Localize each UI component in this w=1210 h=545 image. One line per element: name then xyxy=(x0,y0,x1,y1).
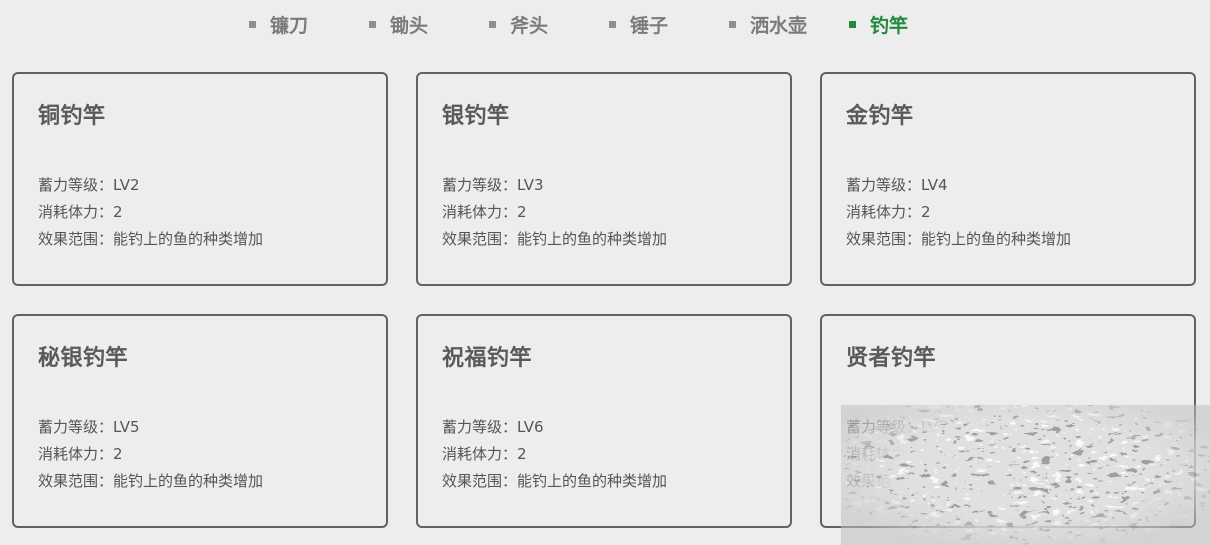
square-bullet-icon xyxy=(849,20,856,28)
card-title: 银钓竿 xyxy=(442,104,510,129)
tab-hammer[interactable]: 锤子 xyxy=(609,12,669,37)
square-bullet-icon xyxy=(489,20,496,28)
tab-fishing-rod[interactable]: 钓竿 xyxy=(849,12,909,37)
charge-level-text: 蓄力等级：LV6 xyxy=(442,418,544,436)
tab-label: 锄头 xyxy=(390,14,429,37)
card-stats: 蓄力等级：LV4 消耗体力：2 效果范围：能钓上的鱼的种类增加 xyxy=(846,172,1071,253)
tab-watering-can[interactable]: 洒水壶 xyxy=(729,12,808,37)
effect-range-text: 效果范围：能钓上的鱼的种类增加 xyxy=(442,230,668,248)
charge-level-text: 蓄力等级：LV4 xyxy=(846,176,948,194)
square-bullet-icon xyxy=(609,20,616,28)
charge-level-text: 蓄力等级：LV2 xyxy=(38,176,140,194)
card-title: 金钓竿 xyxy=(846,104,914,129)
tab-label: 镰刀 xyxy=(270,14,309,37)
card-title: 祝福钓竿 xyxy=(442,346,533,371)
card-stats: 蓄力等级：LV7 消耗体力： 效果范 xyxy=(846,414,948,495)
tool-card: 金钓竿 蓄力等级：LV4 消耗体力：2 效果范围：能钓上的鱼的种类增加 xyxy=(820,72,1196,286)
effect-range-text: 效果范围：能钓上的鱼的种类增加 xyxy=(442,472,668,490)
card-stats: 蓄力等级：LV6 消耗体力：2 效果范围：能钓上的鱼的种类增加 xyxy=(442,414,667,495)
stamina-cost-text: 消耗体力：2 xyxy=(846,203,931,221)
tab-label: 锤子 xyxy=(630,14,669,37)
tool-card: 铜钓竿 蓄力等级：LV2 消耗体力：2 效果范围：能钓上的鱼的种类增加 xyxy=(12,72,388,286)
effect-range-text: 效果范围：能钓上的鱼的种类增加 xyxy=(38,472,264,490)
stamina-cost-text: 消耗体力： xyxy=(846,445,922,463)
tool-card: 银钓竿 蓄力等级：LV3 消耗体力：2 效果范围：能钓上的鱼的种类增加 xyxy=(416,72,792,286)
square-bullet-icon xyxy=(249,20,256,28)
stamina-cost-text: 消耗体力：2 xyxy=(38,203,123,221)
card-title: 铜钓竿 xyxy=(38,104,106,129)
tab-label: 钓竿 xyxy=(870,14,909,37)
tab-label: 洒水壶 xyxy=(750,14,808,37)
charge-level-text: 蓄力等级：LV5 xyxy=(38,418,140,436)
effect-range-text: 效果范围：能钓上的鱼的种类增加 xyxy=(38,230,264,248)
charge-level-text: 蓄力等级：LV7 xyxy=(846,418,948,436)
tab-hoe[interactable]: 锄头 xyxy=(369,12,429,37)
card-title: 秘银钓竿 xyxy=(38,346,129,371)
card-stats: 蓄力等级：LV3 消耗体力：2 效果范围：能钓上的鱼的种类增加 xyxy=(442,172,667,253)
square-bullet-icon xyxy=(369,20,376,28)
card-title: 贤者钓竿 xyxy=(846,346,937,371)
card-stats: 蓄力等级：LV2 消耗体力：2 效果范围：能钓上的鱼的种类增加 xyxy=(38,172,263,253)
tool-card: 祝福钓竿 蓄力等级：LV6 消耗体力：2 效果范围：能钓上的鱼的种类增加 xyxy=(416,314,792,528)
tab-axe[interactable]: 斧头 xyxy=(489,12,549,37)
tool-card: 贤者钓竿 蓄力等级：LV7 消耗体力： 效果范 xyxy=(820,314,1196,528)
tool-tab-bar: 镰刀 锄头 斧头 锤子 洒水壶 钓竿 xyxy=(0,0,1210,48)
card-stats: 蓄力等级：LV5 消耗体力：2 效果范围：能钓上的鱼的种类增加 xyxy=(38,414,263,495)
effect-range-text: 效果范 xyxy=(846,472,892,490)
tab-sickle[interactable]: 镰刀 xyxy=(249,12,309,37)
effect-range-text: 效果范围：能钓上的鱼的种类增加 xyxy=(846,230,1072,248)
stamina-cost-text: 消耗体力：2 xyxy=(442,203,527,221)
tool-card: 秘银钓竿 蓄力等级：LV5 消耗体力：2 效果范围：能钓上的鱼的种类增加 xyxy=(12,314,388,528)
charge-level-text: 蓄力等级：LV3 xyxy=(442,176,544,194)
stamina-cost-text: 消耗体力：2 xyxy=(442,445,527,463)
square-bullet-icon xyxy=(729,20,736,28)
stamina-cost-text: 消耗体力：2 xyxy=(38,445,123,463)
tab-label: 斧头 xyxy=(510,14,549,37)
